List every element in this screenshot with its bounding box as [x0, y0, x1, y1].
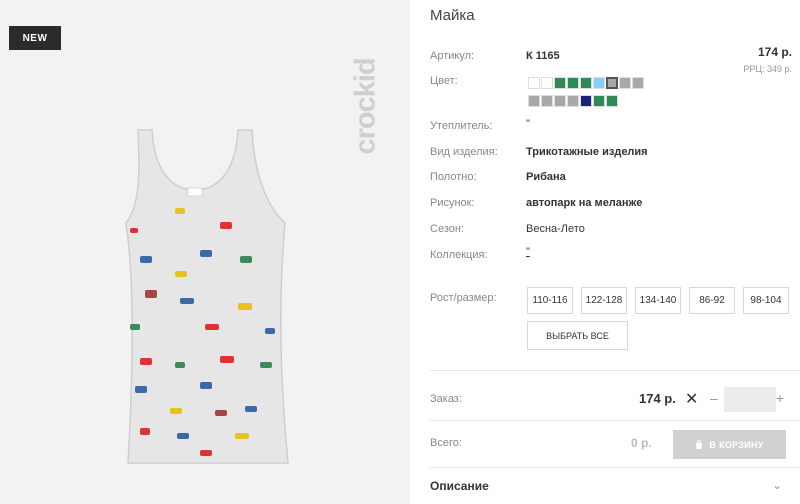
color-swatches: [528, 77, 678, 113]
divider: [430, 370, 800, 371]
description-header[interactable]: Описание: [430, 479, 489, 493]
chevron-down-icon[interactable]: ⌄: [772, 478, 782, 492]
color-swatch[interactable]: [606, 77, 618, 89]
size-options: 110-116 122-128 134-140 86-92 98-104: [527, 287, 797, 314]
season-value: Весна-Лето: [526, 223, 585, 235]
color-swatch[interactable]: [593, 95, 605, 107]
collection-value[interactable]: ": [526, 246, 530, 258]
brand-logo-text: crockid: [349, 58, 382, 155]
total-value: 0 р.: [631, 436, 652, 450]
select-all-button[interactable]: ВЫБРАТЬ ВСЕ: [527, 321, 628, 350]
size-option[interactable]: 98-104: [743, 287, 789, 314]
article-label: Артикул:: [430, 50, 475, 62]
size-label: Рост/размер:: [430, 292, 497, 304]
color-swatch[interactable]: [632, 77, 644, 89]
color-swatch[interactable]: [567, 95, 579, 107]
divider: [430, 420, 800, 421]
color-swatch[interactable]: [541, 95, 553, 107]
size-option[interactable]: 110-116: [527, 287, 573, 314]
color-swatch[interactable]: [580, 95, 592, 107]
add-to-cart-label: В КОРЗИНУ: [709, 439, 764, 450]
collection-label: Коллекция:: [430, 249, 488, 261]
color-swatch[interactable]: [528, 95, 540, 107]
rrc-price: РРЦ: 349 р.: [743, 64, 792, 74]
size-option[interactable]: 134-140: [635, 287, 681, 314]
increase-button[interactable]: +: [776, 390, 784, 406]
color-swatch[interactable]: [593, 77, 605, 89]
price: 174 р.: [757, 45, 792, 59]
article-value: К 1165: [526, 50, 560, 62]
pattern-label: Рисунок:: [430, 197, 475, 209]
size-option[interactable]: 122-128: [581, 287, 627, 314]
color-swatch[interactable]: [554, 95, 566, 107]
type-label: Вид изделия:: [430, 146, 498, 158]
type-value: Трикотажные изделия: [526, 146, 648, 158]
insulation-label: Утеплитель:: [430, 120, 493, 132]
insulation-value: ": [526, 118, 530, 130]
order-price: 174 р.: [639, 391, 676, 406]
swatch-row-1: [528, 77, 678, 95]
color-swatch[interactable]: [541, 77, 553, 89]
tank-top-image: [125, 129, 289, 464]
new-badge: NEW: [9, 26, 61, 50]
product-image-panel: NEW crockid: [0, 0, 410, 504]
size-option[interactable]: 86-92: [689, 287, 735, 314]
color-swatch[interactable]: [619, 77, 631, 89]
add-to-cart-button[interactable]: В КОРЗИНУ: [673, 430, 786, 459]
brand-logo: crockid: [346, 28, 386, 158]
order-label: Заказ:: [430, 393, 462, 405]
fabric-value: Рибана: [526, 171, 566, 183]
divider: [430, 467, 800, 468]
quantity-input[interactable]: [724, 387, 776, 412]
color-swatch[interactable]: [528, 77, 540, 89]
cart-icon: [696, 440, 703, 449]
color-swatch[interactable]: [567, 77, 579, 89]
pattern-value: автопарк на меланже: [526, 197, 643, 209]
swatch-row-2: [528, 95, 678, 113]
color-swatch[interactable]: [606, 95, 618, 107]
color-swatch[interactable]: [580, 77, 592, 89]
color-swatch[interactable]: [554, 77, 566, 89]
decrease-button[interactable]: –: [710, 390, 718, 406]
total-label: Всего:: [430, 437, 462, 449]
product-title: Майка: [430, 7, 475, 24]
remove-icon[interactable]: ✕: [685, 389, 698, 409]
color-label: Цвет:: [430, 75, 458, 87]
season-label: Сезон:: [430, 223, 464, 235]
fabric-label: Полотно:: [430, 171, 477, 183]
